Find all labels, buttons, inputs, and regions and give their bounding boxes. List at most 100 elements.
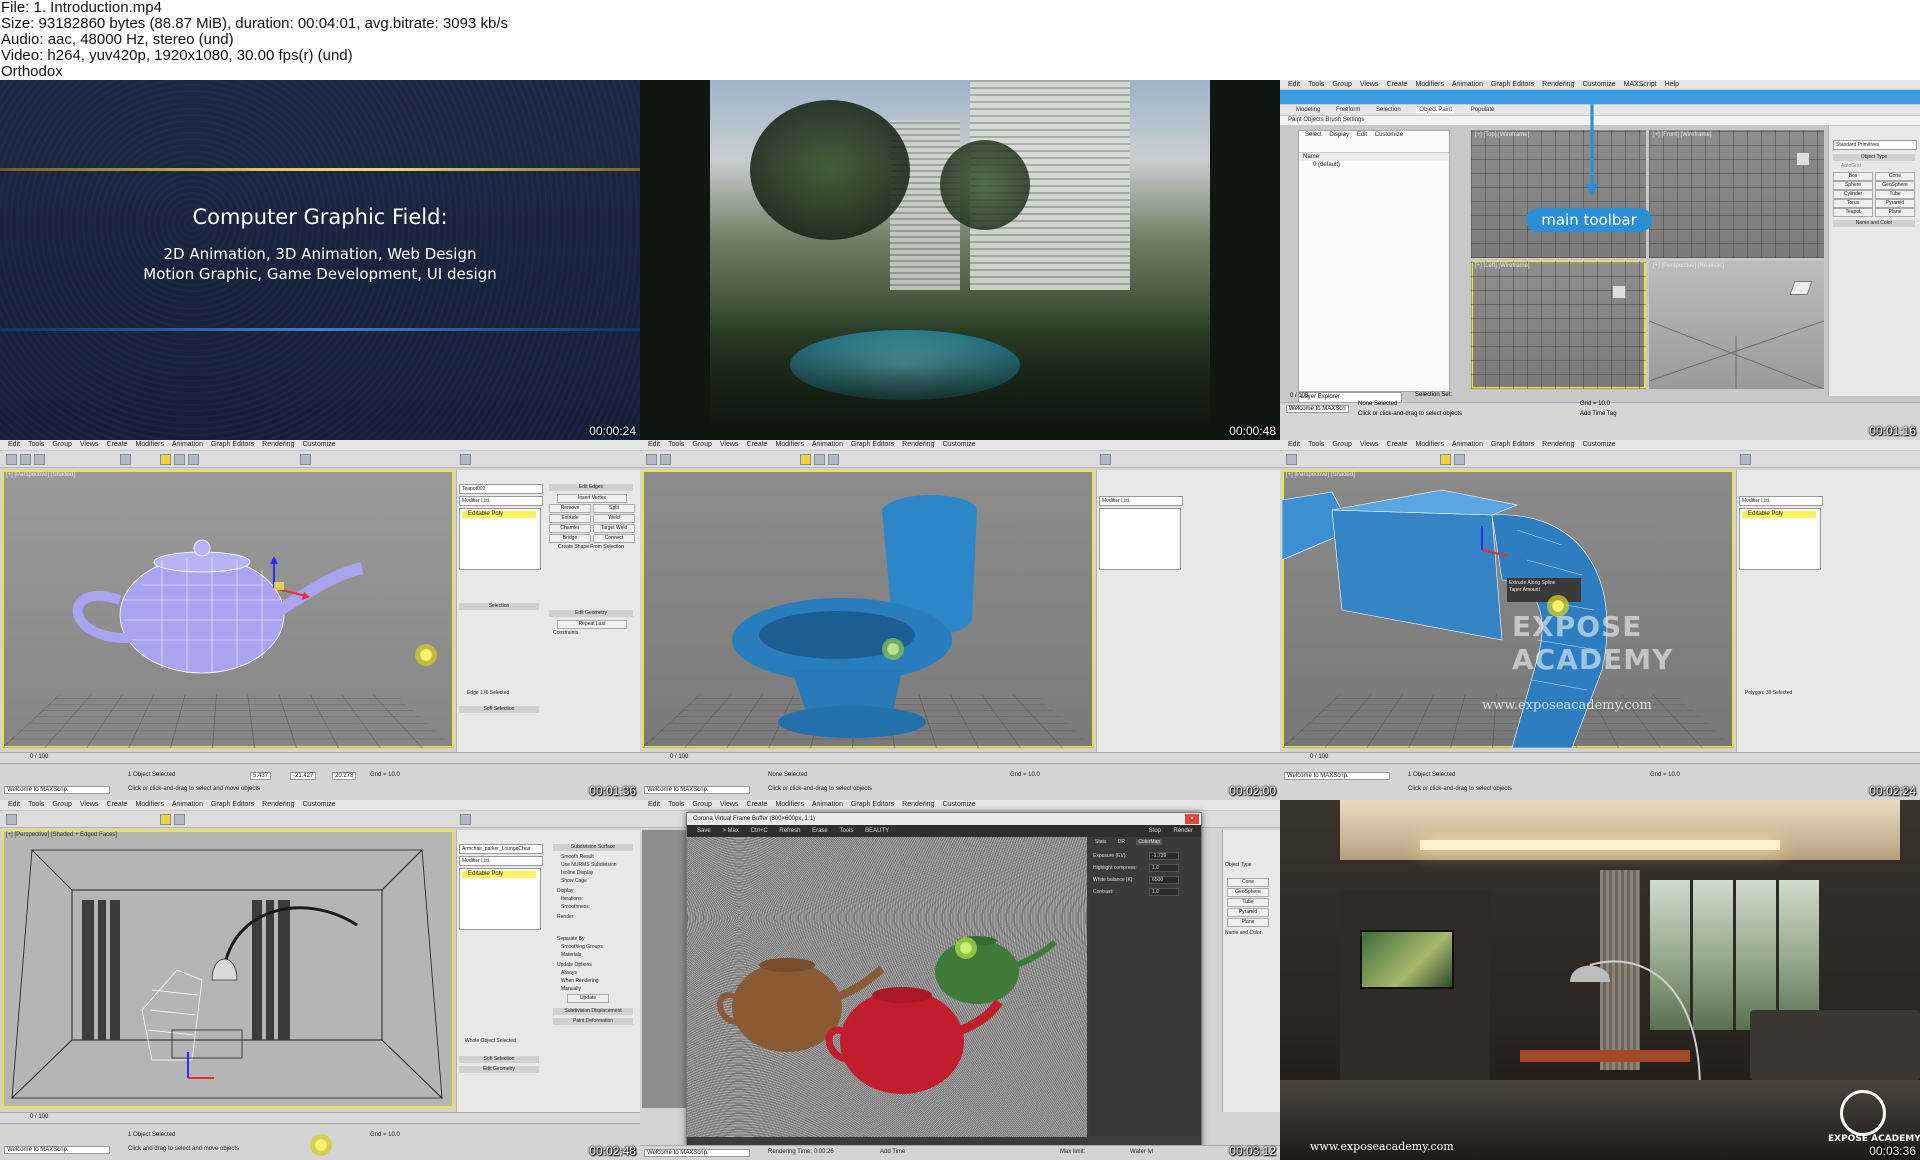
manually-radio[interactable]: Manually	[561, 986, 581, 992]
menu-item[interactable]: Views	[80, 441, 99, 448]
y-coordinate[interactable]: -21.427	[290, 772, 317, 780]
menu-item[interactable]: Animation	[172, 801, 203, 808]
torus-button[interactable]: Torus	[1833, 199, 1873, 208]
vfb-render-button[interactable]: Render	[1173, 825, 1193, 837]
snap-icon[interactable]	[300, 454, 311, 465]
menu-item[interactable]: Group	[692, 441, 711, 448]
menu-item[interactable]: Graph Editors	[211, 441, 254, 448]
when-rendering-radio[interactable]: When Rendering	[561, 978, 599, 984]
geosphere-button[interactable]: GeoSphere	[1227, 888, 1269, 897]
menu-item[interactable]: Rendering	[262, 441, 294, 448]
menu-item[interactable]: Views	[720, 801, 739, 808]
maxscript-listener[interactable]: Welcome to MAXScrip.	[4, 1146, 110, 1154]
white-balance-value[interactable]: 6500	[1149, 876, 1179, 884]
vfb-tab-colormap[interactable]: ColorMap	[1136, 839, 1163, 845]
chamfer-button[interactable]: Chamfer	[549, 524, 591, 533]
menu-item[interactable]: Edit	[8, 441, 20, 448]
vfb-tab-dr[interactable]: DR	[1118, 839, 1125, 845]
undo-icon[interactable]	[6, 454, 17, 465]
rotate-icon[interactable]	[1454, 454, 1465, 465]
timeline-slider[interactable]: 0 / 100	[640, 752, 1280, 763]
vfb-pass-dropdown[interactable]: BEAUTY	[865, 828, 889, 834]
menu-item[interactable]: Create	[746, 441, 767, 448]
ribbon-tab[interactable]: Modeling	[1296, 107, 1320, 113]
soft-selection-rollout[interactable]: Soft Selection	[459, 706, 539, 713]
maxscript-listener[interactable]: Welcome to MAXScri	[1286, 405, 1349, 413]
ribbon-tab[interactable]: Populate	[1471, 107, 1495, 113]
edit-geometry-rollout[interactable]: Edit Geometry	[459, 1066, 539, 1073]
stack-editable-poly[interactable]: Editable Poly	[462, 511, 536, 518]
ribbon-tab[interactable]: Freeform	[1336, 107, 1360, 113]
menu-item[interactable]: Graph Editors	[851, 801, 894, 808]
viewport-label[interactable]: [+] [Perspective] [Realistic]	[1653, 263, 1724, 269]
menu-item[interactable]: Customize	[942, 801, 975, 808]
viewport-perspective[interactable]	[642, 470, 1094, 748]
menu-item[interactable]: Create	[1386, 441, 1407, 448]
plane-button[interactable]: Plane	[1227, 918, 1269, 927]
viewport-perspective[interactable]: [+] [Perspective] [Realistic]	[1649, 261, 1824, 389]
vfb-stop-button[interactable]: Stop	[1149, 825, 1161, 837]
create-shape-button[interactable]: Create Shape From Selection	[549, 544, 633, 551]
highlight-compress-value[interactable]: 1.0	[1149, 864, 1179, 872]
ribbon-tab[interactable]: Selection	[1376, 107, 1401, 113]
geosphere-button[interactable]: GeoSphere	[1875, 181, 1915, 190]
autogrid-checkbox[interactable]: AutoGrid	[1841, 163, 1861, 169]
menu-item[interactable]: Tools	[1308, 81, 1324, 88]
menu-item[interactable]: Rendering	[1542, 81, 1574, 88]
maxscript-listener[interactable]: Welcome to MAXScrip.	[644, 786, 750, 794]
viewcube-icon[interactable]	[1612, 285, 1626, 299]
menu-item[interactable]: Tools	[28, 441, 44, 448]
menu-item[interactable]: Edit	[1288, 81, 1300, 88]
undo-icon[interactable]	[1286, 454, 1297, 465]
move-icon[interactable]	[160, 454, 171, 465]
x-coordinate[interactable]: 5.437	[250, 772, 272, 780]
modifier-list-dropdown[interactable]: Modifier List	[459, 856, 543, 866]
split-button[interactable]: Split	[593, 504, 635, 513]
viewport-perspective[interactable]: [+] [Perspective] [Shaded + Edged Faces]	[2, 830, 454, 1108]
vfb-copy-button[interactable]: Ctrl+C	[751, 828, 768, 834]
remove-button[interactable]: Remove	[549, 504, 591, 513]
explorer-column-header[interactable]: Name	[1299, 153, 1449, 161]
redo-icon[interactable]	[660, 454, 671, 465]
paint-deformation-rollout[interactable]: Paint Deformation	[553, 1018, 633, 1025]
menu-item[interactable]: Tools	[1308, 441, 1324, 448]
menu-item[interactable]: Customize	[1582, 81, 1615, 88]
maxscript-listener[interactable]: Welcome to MAXScrip.	[644, 1149, 750, 1157]
menu-item[interactable]: Graph Editors	[851, 441, 894, 448]
menu-item[interactable]: Edit	[648, 441, 660, 448]
object-type-rollout[interactable]: Object Type	[1833, 154, 1915, 161]
menu-item[interactable]: Views	[1360, 81, 1379, 88]
viewcube-icon[interactable]	[1796, 152, 1810, 166]
undo-icon[interactable]	[6, 814, 17, 825]
vfb-to-max-button[interactable]: > Max	[722, 828, 739, 834]
menu-item[interactable]: Rendering	[262, 801, 294, 808]
menu-item[interactable]: Edit	[8, 801, 20, 808]
modifier-list-dropdown[interactable]: Modifier List	[1099, 496, 1183, 506]
exposure-value[interactable]: -1.739	[1149, 852, 1179, 860]
always-radio[interactable]: Always	[561, 970, 577, 976]
bridge-button[interactable]: Bridge	[549, 534, 591, 543]
menu-item[interactable]: Rendering	[1542, 441, 1574, 448]
stack-editable-poly[interactable]: Editable Poly	[462, 871, 536, 878]
cone-button[interactable]: Cone	[1227, 878, 1269, 887]
menu-item[interactable]: Tools	[668, 441, 684, 448]
move-icon[interactable]	[160, 814, 171, 825]
menu-item[interactable]: Modifiers	[775, 441, 803, 448]
soft-selection-rollout[interactable]: Soft Selection	[459, 1056, 539, 1063]
extrude-button[interactable]: Extrude	[549, 514, 591, 523]
menu-item[interactable]: Modifiers	[135, 801, 163, 808]
menu-item[interactable]: Group	[1332, 81, 1351, 88]
render-icon[interactable]	[460, 454, 471, 465]
subdivision-surface-rollout[interactable]: Subdivision Surface	[553, 844, 633, 851]
viewport-left[interactable]: [+] [Left] [Wireframe]	[1471, 261, 1646, 389]
render-icon[interactable]	[1740, 454, 1751, 465]
connect-button[interactable]: Connect	[593, 534, 635, 543]
menu-item[interactable]: Views	[1360, 441, 1379, 448]
sphere-button[interactable]: Sphere	[1833, 181, 1873, 190]
select-icon[interactable]	[120, 454, 131, 465]
nurms-checkbox[interactable]: Use NURMS Subdivision	[561, 862, 617, 868]
ribbon-tab[interactable]: Object Paint	[1416, 107, 1456, 113]
box-button[interactable]: Box	[1833, 172, 1873, 181]
plane-button[interactable]: Plane	[1875, 208, 1915, 217]
redo-icon[interactable]	[20, 454, 31, 465]
